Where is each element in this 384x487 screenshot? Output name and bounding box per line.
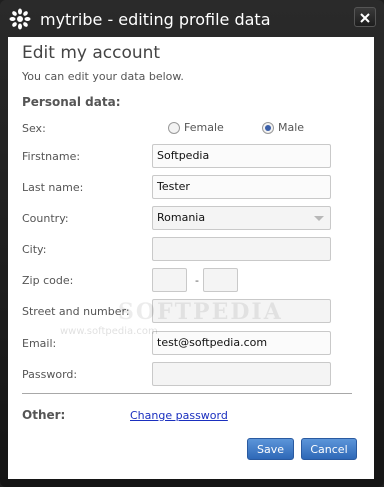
city-label: City: [22, 243, 47, 256]
lastname-label: Last name: [22, 181, 84, 194]
page-title: Edit my account [22, 43, 161, 63]
close-icon [360, 8, 370, 27]
firstname-field[interactable]: Softpedia [152, 144, 331, 168]
city-field[interactable] [152, 237, 331, 261]
male-radio[interactable] [262, 122, 274, 134]
personal-data-title: Personal data: [22, 95, 121, 109]
page-subtitle: You can edit your data below. [22, 70, 184, 83]
title-bar[interactable]: mytribe - editing profile data [0, 0, 384, 36]
form-panel: Edit my account You can edit your data b… [8, 37, 374, 479]
other-section-title: Other: [22, 408, 66, 422]
female-radio[interactable] [168, 122, 180, 134]
female-radio-label[interactable]: Female [184, 121, 224, 134]
country-select[interactable]: Romania [152, 206, 331, 230]
zip-separator: - [195, 274, 199, 287]
zip-field-part2[interactable] [203, 268, 238, 292]
zip-field-part1[interactable] [152, 268, 187, 292]
section-divider [22, 393, 352, 394]
email-field[interactable]: test@softpedia.com [152, 331, 331, 355]
window-title: mytribe - editing profile data [40, 10, 271, 29]
password-label: Password: [22, 368, 78, 381]
watermark-logo: SOFTPEDIA [118, 299, 283, 325]
sex-label: Sex: [22, 122, 46, 135]
email-label: Email: [22, 337, 57, 350]
mytribe-logo-icon [9, 8, 31, 30]
cancel-button[interactable]: Cancel [301, 438, 357, 460]
watermark-url: www.softpedia.com [60, 326, 158, 337]
chevron-down-icon[interactable] [314, 216, 324, 221]
lastname-field[interactable]: Tester [152, 175, 331, 199]
firstname-label: Firstname: [22, 150, 81, 163]
password-field[interactable] [152, 362, 331, 386]
save-button[interactable]: Save [247, 438, 294, 460]
dialog-window: mytribe - editing profile data Edit my a… [0, 0, 384, 487]
zip-label: Zip code: [22, 274, 74, 287]
street-label: Street and number: [22, 305, 130, 318]
male-radio-label[interactable]: Male [278, 121, 304, 134]
country-select-value: Romania [157, 211, 206, 224]
change-password-link[interactable]: Change password [130, 409, 228, 422]
country-label: Country: [22, 212, 69, 225]
close-button[interactable] [354, 7, 376, 27]
